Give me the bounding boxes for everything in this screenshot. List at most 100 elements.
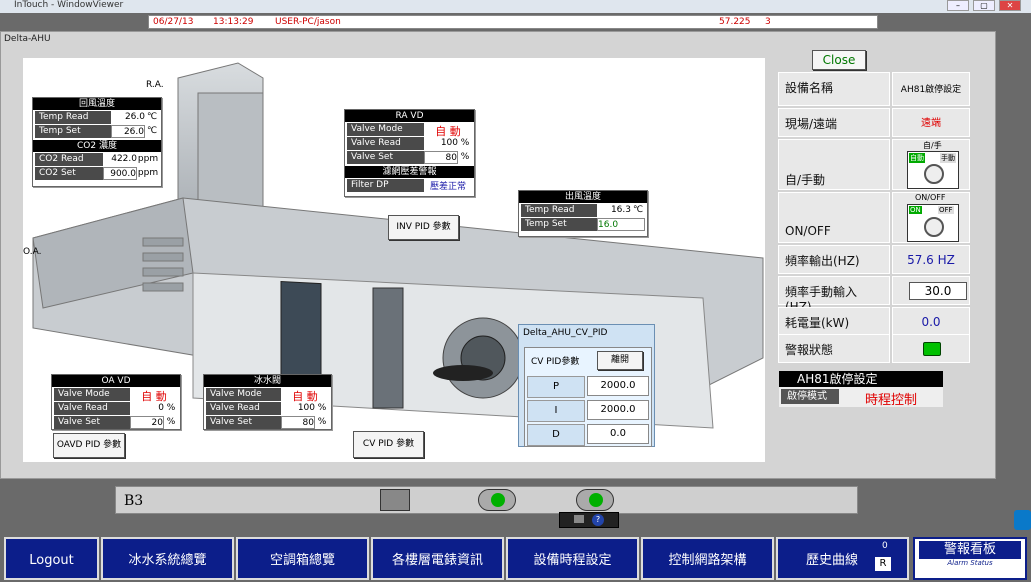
off-label: OFF	[938, 206, 954, 214]
chiller-valve-header: 冰水閥	[204, 375, 331, 387]
inv-pid-button[interactable]: INV PID 參數	[388, 215, 459, 240]
onoff-switch[interactable]: ON OFF	[907, 204, 959, 242]
p-label: P	[527, 376, 585, 398]
freq-manual-label: 頻率手動輸入(HZ)	[778, 276, 890, 314]
oa-vd-set-label: Valve Set	[54, 416, 130, 429]
schedule-button[interactable]: 設備時程設定	[506, 537, 639, 580]
logout-button[interactable]: Logout	[4, 537, 99, 580]
oa-vd-mode-label: Valve Mode	[54, 388, 130, 401]
sa-temp-set-input[interactable]: 16.0	[597, 218, 645, 231]
freq-manual-input[interactable]: 30.0	[909, 282, 967, 300]
oavd-pid-button[interactable]: OAVD PID 參數	[53, 433, 125, 458]
chiller-read: 100	[281, 402, 315, 415]
alarm-user: USER-PC/jason	[275, 17, 341, 27]
chiller-mode[interactable]: 自 動	[281, 388, 329, 403]
oa-label: O.A.	[23, 247, 42, 257]
co2-read: 422.0	[103, 153, 137, 166]
co2-set-input[interactable]: 900.0	[103, 167, 137, 180]
alarm-status-label: 警報狀態	[778, 334, 890, 363]
ra-temp-read-label: Temp Read	[35, 111, 111, 124]
return-air-panel: 回風溫度 Temp Read 26.0 ℃ Temp Set 26.0 ℃ CO2 濃度…	[32, 97, 162, 187]
ra-temp-unit: ℃	[146, 112, 158, 122]
ra-vd-header: RA VD	[345, 110, 474, 122]
ra-vd-mode[interactable]: 自 動	[424, 123, 472, 138]
freq-out-cell: 57.6 HZ	[892, 245, 970, 274]
oa-vd-mode[interactable]: 自 動	[130, 388, 178, 403]
d-input[interactable]: 0.0	[587, 424, 649, 444]
schedule-panel: AH81啟停設定 啟停模式 時程控制	[779, 371, 943, 408]
i-label: I	[527, 400, 585, 422]
network-button[interactable]: 控制網路架構	[641, 537, 774, 580]
onoff-switch-title: ON/OFF	[915, 193, 946, 202]
freq-out-unit: HZ	[937, 253, 955, 267]
ahu-unit-icon[interactable]	[380, 489, 410, 511]
i-input[interactable]: 2000.0	[587, 400, 649, 420]
co2-header: CO2 濃度	[33, 140, 161, 152]
onoff-knob-icon	[924, 217, 944, 237]
ra-vd-panel: RA VD Valve Mode 自 動 Valve Read 100% Valve…	[344, 109, 475, 197]
co2-read-label: CO2 Read	[35, 153, 103, 166]
co2-read-unit: ppm	[137, 154, 159, 164]
ra-temp-set-label: Temp Set	[35, 125, 111, 138]
co2-set-unit: ppm	[137, 168, 159, 178]
ra-vd-set-input[interactable]: 80	[424, 151, 458, 164]
chiller-read-unit: %	[317, 403, 327, 413]
alarm-count: 3	[765, 17, 771, 27]
auto-label: 自動	[909, 153, 925, 163]
ra-vd-set-label: Valve Set	[347, 151, 424, 164]
ra-temp-read: 26.0	[111, 111, 145, 124]
alarm-board-button[interactable]: 警報看板 Alarm Status	[913, 537, 1027, 580]
supply-air-header: 出風溫度	[519, 191, 647, 203]
ra-vd-set-unit: %	[460, 152, 470, 162]
filter-dp-status: 壓差正常	[429, 182, 466, 192]
cv-pid-exit-button[interactable]: 離開	[597, 351, 643, 370]
meter-info-button[interactable]: 各樓層電錶資訊	[371, 537, 504, 580]
ra-temp-set-input[interactable]: 26.0	[111, 125, 145, 138]
filter-dp-label: Filter DP	[347, 179, 424, 192]
chiller-overview-button[interactable]: 冰水系統總覽	[101, 537, 234, 580]
ra-vd-mode-label: Valve Mode	[347, 123, 424, 136]
cv-pid-label: CV PID參數	[531, 357, 580, 367]
location-value: 遠端	[892, 108, 970, 137]
ra-temp-set-unit: ℃	[146, 126, 158, 136]
device-name: AH81啟停設定	[892, 72, 970, 106]
sa-temp-set-label: Temp Set	[521, 218, 597, 231]
schedule-mode-value[interactable]: 時程控制	[841, 389, 941, 408]
mini-toolbar[interactable]: ?	[559, 512, 619, 528]
keyboard-icon	[574, 515, 584, 523]
oa-vd-set-input[interactable]: 20	[130, 416, 164, 429]
close-button[interactable]: Close	[812, 50, 866, 70]
equipment-bar: B3	[115, 486, 858, 514]
cv-pid-button[interactable]: CV PID 參數	[353, 431, 424, 458]
minimize-button[interactable]: –	[947, 0, 969, 11]
alarm-board-sub: Alarm Status	[947, 559, 993, 567]
oa-vd-read: 0	[130, 402, 164, 415]
cv-pid-dialog: Delta_AHU_CV_PID CV PID參數 離開 P 2000.0 I …	[518, 324, 655, 447]
fan-1-icon[interactable]	[478, 489, 516, 511]
app-title: InTouch - WindowViewer	[14, 0, 124, 10]
chiller-set-label: Valve Set	[206, 416, 281, 429]
device-name-label: 設備名稱	[778, 72, 890, 106]
cv-pid-body: CV PID參數 離開 P 2000.0 I 2000.0 D 0.0	[524, 347, 652, 447]
ra-label: R.A.	[146, 80, 164, 90]
chiller-set-input[interactable]: 80	[281, 416, 315, 429]
p-input[interactable]: 2000.0	[587, 376, 649, 396]
ahu-overview-button[interactable]: 空調箱總覽	[236, 537, 369, 580]
auto-manual-cell: 自/手 自動 手動	[892, 139, 970, 190]
oa-vd-set-unit: %	[166, 417, 176, 427]
ra-vd-read: 100	[424, 137, 458, 150]
close-window-button[interactable]: ✕	[999, 0, 1021, 11]
maximize-button[interactable]: ▢	[973, 0, 995, 11]
schedule-title: AH81啟停設定	[779, 371, 943, 387]
auto-manual-switch[interactable]: 自動 手動	[907, 151, 959, 189]
alarm-summary-bar[interactable]: 06/27/13 13:13:29 USER-PC/jason 57.225 3	[148, 15, 878, 29]
ra-vd-read-unit: %	[460, 138, 470, 148]
title-bar: InTouch - WindowViewer	[0, 0, 1031, 13]
side-app-icon[interactable]	[1014, 510, 1031, 530]
chiller-set-unit: %	[317, 417, 327, 427]
on-label: ON	[909, 206, 922, 214]
oa-vd-read-label: Valve Read	[54, 402, 130, 415]
alarm-board-label: 警報看板	[919, 541, 1021, 559]
fan-2-icon[interactable]	[576, 489, 614, 511]
history-button[interactable]: 歷史曲線 0 R	[776, 537, 909, 580]
